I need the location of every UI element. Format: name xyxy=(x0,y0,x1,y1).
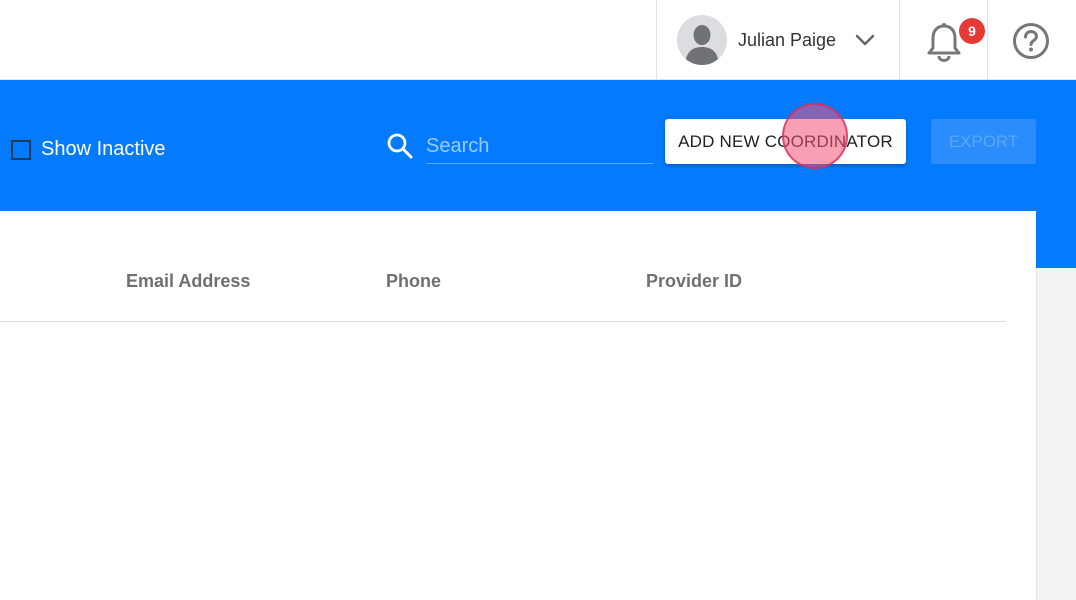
user-avatar-icon xyxy=(677,15,727,65)
table-header: Email Address Phone Provider ID xyxy=(0,211,1006,322)
show-inactive-checkbox[interactable] xyxy=(11,139,31,160)
chevron-down-icon[interactable] xyxy=(853,28,877,52)
column-header-email[interactable]: Email Address xyxy=(126,271,250,292)
user-menu[interactable]: Julian Paige xyxy=(656,0,900,80)
show-inactive-label: Show Inactive xyxy=(41,138,166,160)
search-input[interactable] xyxy=(426,130,654,164)
help-circle-icon[interactable] xyxy=(1012,22,1050,60)
search-bar xyxy=(386,130,654,164)
top-header: Julian Paige 9 xyxy=(0,0,1076,80)
bell-icon xyxy=(926,22,962,63)
column-header-phone[interactable]: Phone xyxy=(386,271,441,292)
toolbar: Show Inactive ADD NEW COORDINATOR EXPORT xyxy=(0,80,1076,211)
right-gutter xyxy=(1036,268,1076,600)
column-header-provider-id[interactable]: Provider ID xyxy=(646,271,742,292)
toolbar-extension xyxy=(1036,211,1076,268)
search-icon xyxy=(386,132,414,160)
export-button[interactable]: EXPORT xyxy=(931,119,1036,164)
user-name: Julian Paige xyxy=(738,30,837,50)
add-new-coordinator-button[interactable]: ADD NEW COORDINATOR xyxy=(665,119,906,164)
coordinators-table: Email Address Phone Provider ID xyxy=(0,211,1036,600)
notifications-button[interactable]: 9 xyxy=(900,0,988,80)
notification-count-badge: 9 xyxy=(959,18,985,44)
app-window: Julian Paige 9 Show Inactive Search ADD … xyxy=(0,0,1076,600)
show-inactive-toggle[interactable]: Show Inactive xyxy=(11,138,166,161)
